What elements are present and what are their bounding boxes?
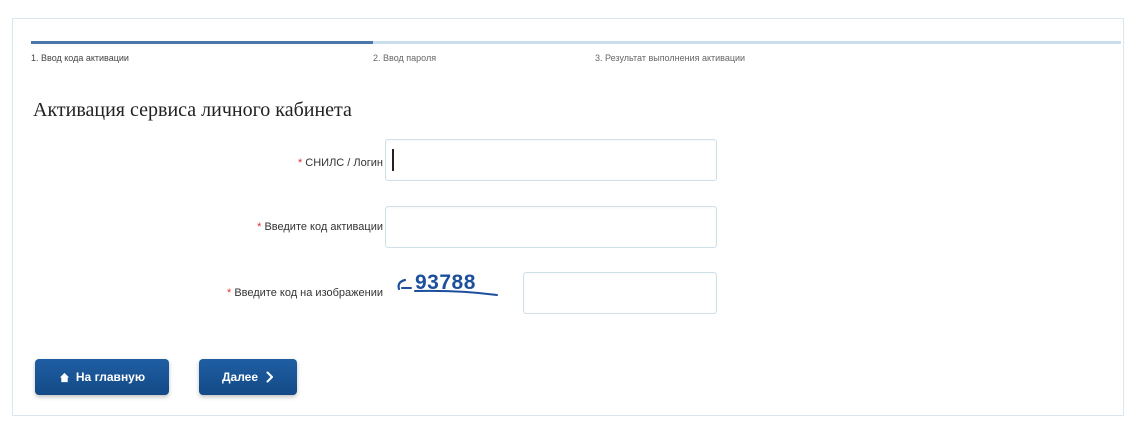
progress-stepper: 1. Ввод кода активации 2. Ввод пароля 3.… <box>31 41 1121 71</box>
captcha-input[interactable] <box>523 272 717 314</box>
step-3-label: 3. Результат выполнения активации <box>595 53 746 63</box>
activation-panel: 1. Ввод кода активации 2. Ввод пароля 3.… <box>12 18 1124 416</box>
page-title: Активация сервиса личного кабинета <box>33 99 352 121</box>
captcha-image: 93788 <box>397 271 498 296</box>
home-icon <box>59 372 70 383</box>
activation-code-label: * Введите код активации <box>257 221 383 233</box>
snils-input[interactable] <box>385 139 717 181</box>
next-button-label: Далее <box>221 370 259 384</box>
step-3-bar <box>595 41 1121 44</box>
home-button-label: На главную <box>75 370 146 384</box>
step-2-label: 2. Ввод пароля <box>373 53 437 63</box>
snils-label: * СНИЛС / Логин <box>298 157 383 169</box>
step-2-bar <box>373 41 595 44</box>
snils-label-text: СНИЛС / Логин <box>305 157 383 169</box>
chevron-right-icon <box>266 371 274 383</box>
step-1-bar <box>31 41 373 44</box>
home-button[interactable]: На главную <box>35 359 169 395</box>
activation-code-label-text: Введите код активации <box>264 221 383 233</box>
next-button[interactable]: Далее <box>199 359 297 395</box>
activation-code-input[interactable] <box>385 206 717 248</box>
captcha-label-text: Введите код на изображении <box>234 287 383 299</box>
required-mark: * <box>227 287 232 299</box>
required-mark: * <box>257 221 262 233</box>
captcha-label: * Введите код на изображении <box>227 287 383 299</box>
required-mark: * <box>298 157 303 169</box>
step-1-label: 1. Ввод кода активации <box>31 53 129 63</box>
text-caret <box>392 149 394 171</box>
